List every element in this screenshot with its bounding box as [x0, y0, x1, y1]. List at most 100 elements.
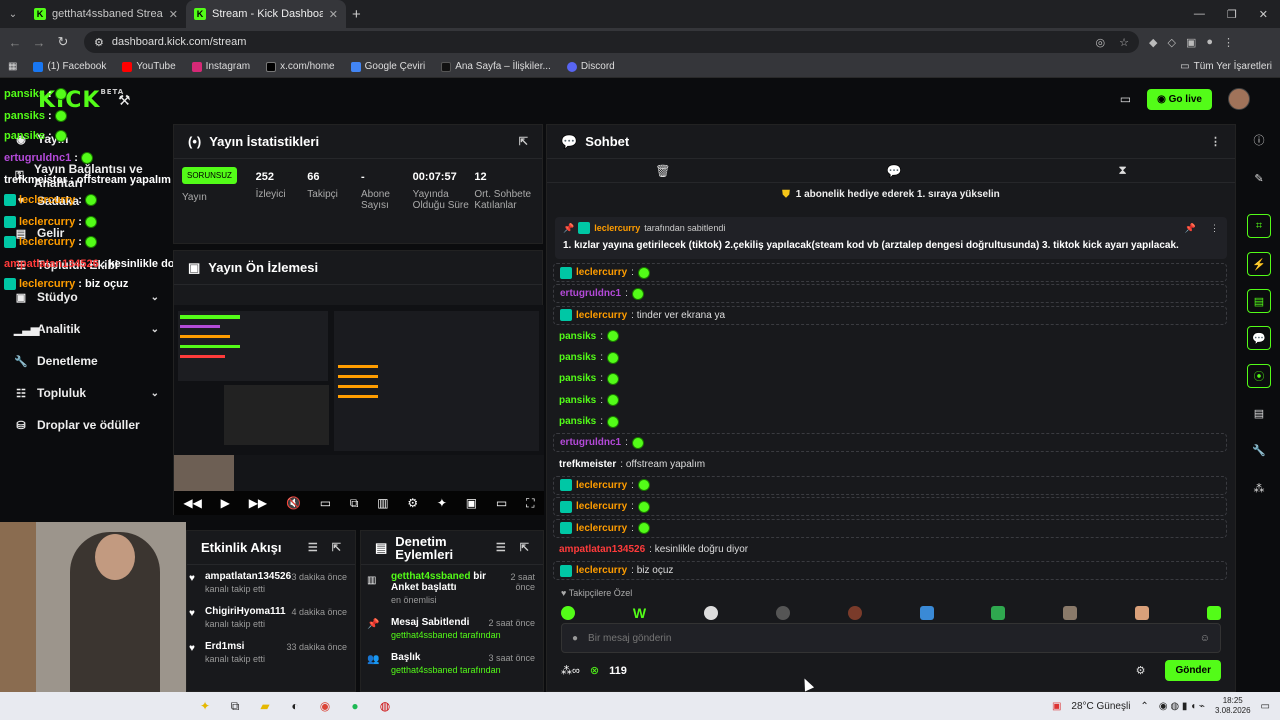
sidebar-item-analytics[interactable]: ▁▃▅ Analitik ⌄ — [14, 322, 159, 336]
bookmark-facebook[interactable]: (1) Facebook — [33, 61, 106, 72]
new-tab-icon[interactable]: + — [352, 6, 361, 23]
chat-username[interactable]: ertugruldnc1 — [560, 437, 621, 448]
slow-mode-icon[interactable]: ⧗ — [1118, 163, 1126, 178]
wrench-icon[interactable]: 🔧 — [1247, 438, 1271, 462]
forward-icon[interactable]: ▶▶ — [249, 496, 267, 510]
chat-message-input[interactable] — [588, 632, 1190, 644]
file-explorer-icon[interactable]: ▰ — [254, 696, 276, 716]
community-icon[interactable]: ⁂∞ — [561, 664, 580, 677]
chat-message[interactable]: pansiks: — [553, 412, 1227, 431]
chat-message[interactable]: ertugruldnc1: — [553, 284, 1227, 304]
mute-icon[interactable]: 🔇 — [286, 496, 301, 510]
obs-icon[interactable]: ◍ — [374, 696, 396, 716]
more-menu-icon[interactable]: ⋮ — [1210, 223, 1219, 234]
camera-icon[interactable]: ▭ — [320, 496, 331, 510]
close-icon[interactable]: ✕ — [169, 8, 178, 21]
emote-icon[interactable] — [1135, 606, 1150, 620]
sidebar-item-moderation[interactable]: 🔧 Denetleme — [14, 354, 159, 368]
edit-icon[interactable]: ✎ — [1247, 166, 1271, 190]
sidebar-item-drops[interactable]: ⛁ Droplar ve ödüller — [14, 418, 159, 432]
chat-message[interactable]: leclercurry: biz oçuz — [553, 561, 1227, 581]
bookmark-youtube[interactable]: YouTube — [122, 61, 176, 72]
forward-icon[interactable]: → — [32, 35, 46, 50]
tab-search-icon[interactable]: ⌄ — [0, 9, 26, 20]
crop-icon[interactable]: ⧉ — [350, 496, 359, 511]
document-icon[interactable]: ▤ — [1247, 289, 1271, 313]
chevron-up-icon[interactable]: ⌃ — [1140, 701, 1148, 712]
go-live-button[interactable]: ◉ Go live — [1147, 88, 1212, 110]
kick-logo[interactable]: KICKBETA — [38, 88, 124, 113]
sidebar-item-tips[interactable]: ♥ Sadaka — [14, 194, 159, 208]
restore-icon[interactable]: ❐ — [1227, 8, 1237, 21]
all-bookmarks[interactable]: ▭ Tüm Yer İşaretleri — [1180, 61, 1272, 72]
emote-icon[interactable] — [1063, 606, 1078, 620]
chat-username[interactable]: pansiks — [559, 331, 596, 342]
reload-icon[interactable]: ↻ — [56, 34, 70, 50]
bookmark-translate[interactable]: Google Çeviri — [350, 61, 425, 72]
tab-kick-watch[interactable]: K getthat4ssbaned Stream - Watc ✕ — [26, 0, 186, 28]
url-field[interactable]: ⚙ dashboard.kick.com/stream ◎ ☆ — [84, 31, 1139, 53]
clip-icon[interactable]: ⌗ — [1247, 214, 1271, 238]
theatre-icon[interactable]: ▭ — [496, 496, 507, 510]
task-view-icon[interactable]: ⧉ — [224, 696, 246, 716]
bookmark-instagram[interactable]: Instagram — [191, 61, 250, 72]
bookmark-discord[interactable]: Discord — [566, 61, 615, 72]
chat-message[interactable]: leclercurry: — [553, 263, 1227, 282]
emote-icon[interactable] — [919, 606, 934, 620]
site-info-icon[interactable]: ⚙ — [94, 36, 104, 49]
avatar[interactable] — [1228, 88, 1250, 110]
broadcast-icon[interactable]: ⦿ — [1247, 364, 1271, 388]
pip-icon[interactable]: ▣ — [466, 496, 477, 510]
back-icon[interactable]: ← — [8, 35, 22, 50]
fullscreen-icon[interactable]: ⛶ — [526, 496, 534, 511]
info-icon[interactable]: ⓘ — [1247, 128, 1271, 152]
chat-message[interactable]: pansiks: — [553, 348, 1227, 367]
emoji-icon[interactable]: ☺ — [1200, 633, 1210, 644]
chat-input-box[interactable]: ● ☺ — [561, 623, 1221, 653]
popout-icon[interactable]: ⇱ — [519, 135, 528, 148]
extension-icon[interactable]: ◇ — [1167, 36, 1175, 49]
apps-grid-icon[interactable]: ▦ — [8, 61, 17, 72]
widgets-icon[interactable]: ✦ — [194, 696, 216, 716]
channel-points[interactable]: 119 — [609, 665, 627, 677]
popout-icon[interactable]: ⇱ — [332, 541, 341, 554]
settings-icon[interactable]: ⚙ — [1136, 664, 1146, 677]
kick-emote-icon[interactable] — [561, 606, 575, 620]
emote-icon[interactable] — [1206, 606, 1221, 620]
trash-icon[interactable]: 🗑 — [655, 164, 670, 178]
spotify-icon[interactable]: ● — [344, 696, 366, 716]
chat-message[interactable]: leclercurry: — [553, 497, 1227, 517]
sidebar-item-studio[interactable]: ▣ Stüdyo ⌄ — [14, 290, 159, 304]
emote-icon[interactable] — [703, 606, 718, 620]
stats-icon[interactable]: ▥ — [377, 496, 388, 510]
bookmark-star-icon[interactable]: ☆ — [1119, 36, 1129, 49]
more-menu-icon[interactable]: ⋮ — [1210, 135, 1221, 148]
sub-gift-banner[interactable]: ⛊ 1 abonelik hediye ederek 1. sıraya yük… — [547, 183, 1235, 205]
chat-username[interactable]: leclercurry — [576, 523, 627, 534]
settings-icon[interactable]: ⚙ — [407, 496, 418, 510]
chat-username[interactable]: pansiks — [559, 395, 596, 406]
chat-message[interactable]: pansiks: — [553, 369, 1227, 388]
chat-username[interactable]: leclercurry — [576, 565, 627, 576]
chat-username[interactable]: pansiks — [559, 373, 596, 384]
chat-username[interactable]: pansiks — [559, 352, 596, 363]
chat-message[interactable]: leclercurry: — [553, 518, 1227, 538]
minimize-icon[interactable]: — — [1194, 8, 1205, 21]
popout-icon[interactable]: ⇱ — [520, 541, 529, 554]
chat-username[interactable]: pansiks — [559, 416, 596, 427]
chat-username[interactable]: leclercurry — [576, 310, 627, 321]
chat-username[interactable]: ertugruldnc1 — [560, 288, 621, 299]
bookmark-relations[interactable]: Ana Sayfa – İlişkiler... — [441, 61, 551, 72]
unpin-icon[interactable]: 📌 — [1185, 223, 1196, 234]
emote-icon[interactable] — [991, 606, 1006, 620]
sidebar-item-team[interactable]: ☰ Topluluk Ekibi — [14, 258, 159, 272]
emote-icon[interactable] — [847, 606, 862, 620]
chat-message[interactable]: leclercurry: — [553, 475, 1227, 495]
chat-mode-icon[interactable]: 💬 — [887, 164, 902, 178]
hammer-icon[interactable]: ⚒ — [118, 92, 131, 109]
emote-icon[interactable] — [775, 606, 790, 620]
sidebar-item-stream[interactable]: ◉ Yayın — [14, 132, 159, 146]
weather-text[interactable]: 28°C Güneşli — [1071, 701, 1130, 712]
chat-bubble-icon[interactable]: 💬 — [1247, 326, 1271, 350]
w-emote-icon[interactable]: W — [633, 605, 646, 621]
